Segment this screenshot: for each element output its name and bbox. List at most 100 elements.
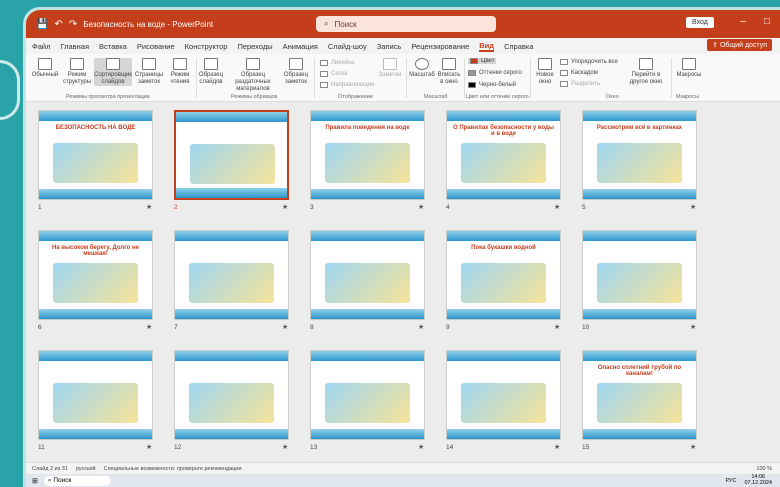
menu-1[interactable]: Главная: [60, 42, 89, 51]
slide-thumbnail[interactable]: [38, 350, 153, 440]
redo-icon[interactable]: ↷: [69, 19, 77, 30]
slide-number: 13: [310, 444, 318, 451]
powerpoint-window: 💾 ↶ ↷ Безопасность на воде - PowerPoint …: [26, 10, 780, 487]
menu-bar: Файл Главная Вставка Рисование Конструктор Пе…: [26, 38, 780, 54]
background-decoration: [0, 60, 20, 120]
group-label: Цвет или оттенки серого: [466, 94, 529, 100]
slide-number: 4: [446, 204, 450, 211]
notes-button[interactable]: Заметки: [376, 58, 404, 79]
slide-title: О Правилах безопасности у воды и в воде: [453, 125, 554, 137]
slide-image: [461, 263, 546, 303]
accessibility-status[interactable]: Специальные возможности: проверьте реком…: [104, 466, 242, 472]
slide-thumbnail[interactable]: Правила поведения на воде: [310, 110, 425, 200]
slide-number: 11: [38, 444, 45, 451]
slide-thumbnail[interactable]: На высоком берегу, Долго не мешкая!: [38, 230, 153, 320]
transition-icon: ★: [690, 204, 697, 211]
taskbar: ⊞ ⌕ Поиск РУС 14:06 07.12.2024: [26, 474, 780, 487]
zoom-button[interactable]: Масштаб: [409, 58, 435, 79]
language-tray[interactable]: РУС: [725, 478, 736, 484]
guides-checkbox[interactable]: Направляющие: [320, 82, 375, 88]
slide-thumbnail[interactable]: [310, 230, 425, 320]
grayscale-button[interactable]: Оттенки серого: [468, 70, 522, 76]
cascade-button[interactable]: Каскадом: [560, 70, 598, 76]
slide-thumbnail[interactable]: [310, 350, 425, 440]
slide-thumbnail[interactable]: Рассмотрим всё в картинках: [582, 110, 697, 200]
slide-thumbnail[interactable]: БЕЗОПАСНОСТЬ НА ВОДЕ: [38, 110, 153, 200]
clock[interactable]: 14:06 07.12.2024: [744, 474, 772, 486]
slide-sorter-button[interactable]: Сортировщик слайдов: [94, 58, 132, 86]
slide-thumbnail[interactable]: О Правилах безопасности у воды и в воде: [446, 110, 561, 200]
slide-thumbnail[interactable]: [446, 350, 561, 440]
slide-title: Рассмотрим всё в картинках: [596, 125, 683, 131]
slide-image: [597, 383, 682, 423]
share-button[interactable]: ⇪ Общий доступ: [707, 39, 772, 51]
transition-icon: ★: [690, 324, 697, 331]
menu-5[interactable]: Переходы: [237, 42, 272, 51]
color-button[interactable]: Цвет: [468, 58, 497, 64]
transition-icon: ★: [418, 204, 425, 211]
zoom-level[interactable]: 100 %: [756, 466, 772, 472]
slide-thumbnail[interactable]: [174, 230, 289, 320]
new-window-button[interactable]: Новое окно: [534, 58, 556, 86]
menu-10[interactable]: Вид: [479, 41, 495, 52]
slide-image: [325, 383, 410, 423]
notes-master-button[interactable]: Образец заметок: [282, 58, 310, 86]
slide-image: [597, 143, 682, 183]
slide-thumbnail[interactable]: [174, 350, 289, 440]
menu-6[interactable]: Анимация: [283, 42, 318, 51]
slide-thumbnail[interactable]: Опасно сплетний трубой по каналам!: [582, 350, 697, 440]
group-label: Отображение: [338, 94, 373, 100]
switch-window-button[interactable]: Перейти в другое окно: [626, 58, 666, 86]
save-icon[interactable]: 💾: [36, 19, 48, 30]
menu-0[interactable]: Файл: [32, 42, 50, 51]
menu-4[interactable]: Конструктор: [185, 42, 228, 51]
grid-checkbox[interactable]: Сетка: [320, 71, 347, 77]
macros-button[interactable]: Макросы: [676, 58, 702, 79]
group-label: Макросы: [676, 94, 699, 100]
normal-view-button[interactable]: Обычный: [30, 58, 60, 79]
handout-master-button[interactable]: Образец раздаточных материалов: [226, 58, 280, 93]
arrange-all-button[interactable]: Упорядочить все: [560, 59, 618, 65]
language-indicator[interactable]: русский: [76, 466, 96, 472]
menu-11[interactable]: Справка: [504, 42, 533, 51]
outline-view-button[interactable]: Режим структуры: [62, 58, 92, 86]
menu-3[interactable]: Рисование: [137, 42, 175, 51]
slide-thumbnail[interactable]: Пока букашки водной: [446, 230, 561, 320]
split-button[interactable]: Разделить: [560, 81, 600, 87]
black-white-button[interactable]: Черно-белый: [468, 82, 516, 88]
slide-number: 12: [174, 444, 182, 451]
slide-thumbnail[interactable]: [582, 230, 697, 320]
fit-window-button[interactable]: Вписать в окно: [436, 58, 462, 86]
maximize-icon[interactable]: □: [764, 16, 770, 27]
slide-thumbnail[interactable]: [174, 110, 289, 200]
slide-number: 1: [38, 204, 42, 211]
menu-2[interactable]: Вставка: [99, 42, 127, 51]
slide-number: 7: [174, 324, 178, 331]
slide-image: [461, 143, 546, 183]
slide-image: [189, 383, 274, 423]
login-button[interactable]: Вход: [686, 17, 714, 28]
slide-image: [597, 263, 682, 303]
menu-9[interactable]: Рецензирование: [411, 42, 469, 51]
menu-7[interactable]: Слайд-шоу: [328, 42, 367, 51]
slide-image: [190, 144, 275, 184]
slide-image: [325, 143, 410, 183]
notes-page-button[interactable]: Страницы заметок: [134, 58, 164, 86]
ribbon: Обычный Режим структуры Сортировщик слай…: [26, 54, 780, 102]
group-label: Окно: [606, 94, 619, 100]
undo-icon[interactable]: ↶: [54, 19, 62, 30]
ruler-checkbox[interactable]: Линейка: [320, 60, 354, 66]
slide-master-button[interactable]: Образец слайдов: [198, 58, 224, 86]
taskbar-search[interactable]: ⌕ Поиск: [43, 475, 112, 486]
transition-icon: ★: [146, 204, 153, 211]
menu-8[interactable]: Запись: [377, 42, 402, 51]
reading-view-button[interactable]: Режим чтения: [166, 58, 194, 86]
search-box[interactable]: ⌕ Поиск: [316, 16, 496, 32]
minimize-icon[interactable]: –: [740, 16, 746, 27]
search-icon: ⌕: [324, 19, 329, 28]
slide-number: 9: [446, 324, 450, 331]
windows-start-icon[interactable]: ⊞: [32, 477, 38, 485]
transition-icon: ★: [282, 444, 289, 451]
document-title: Безопасность на воде - PowerPoint: [83, 19, 214, 29]
slide-counter: Слайд 2 из 31: [32, 465, 68, 472]
